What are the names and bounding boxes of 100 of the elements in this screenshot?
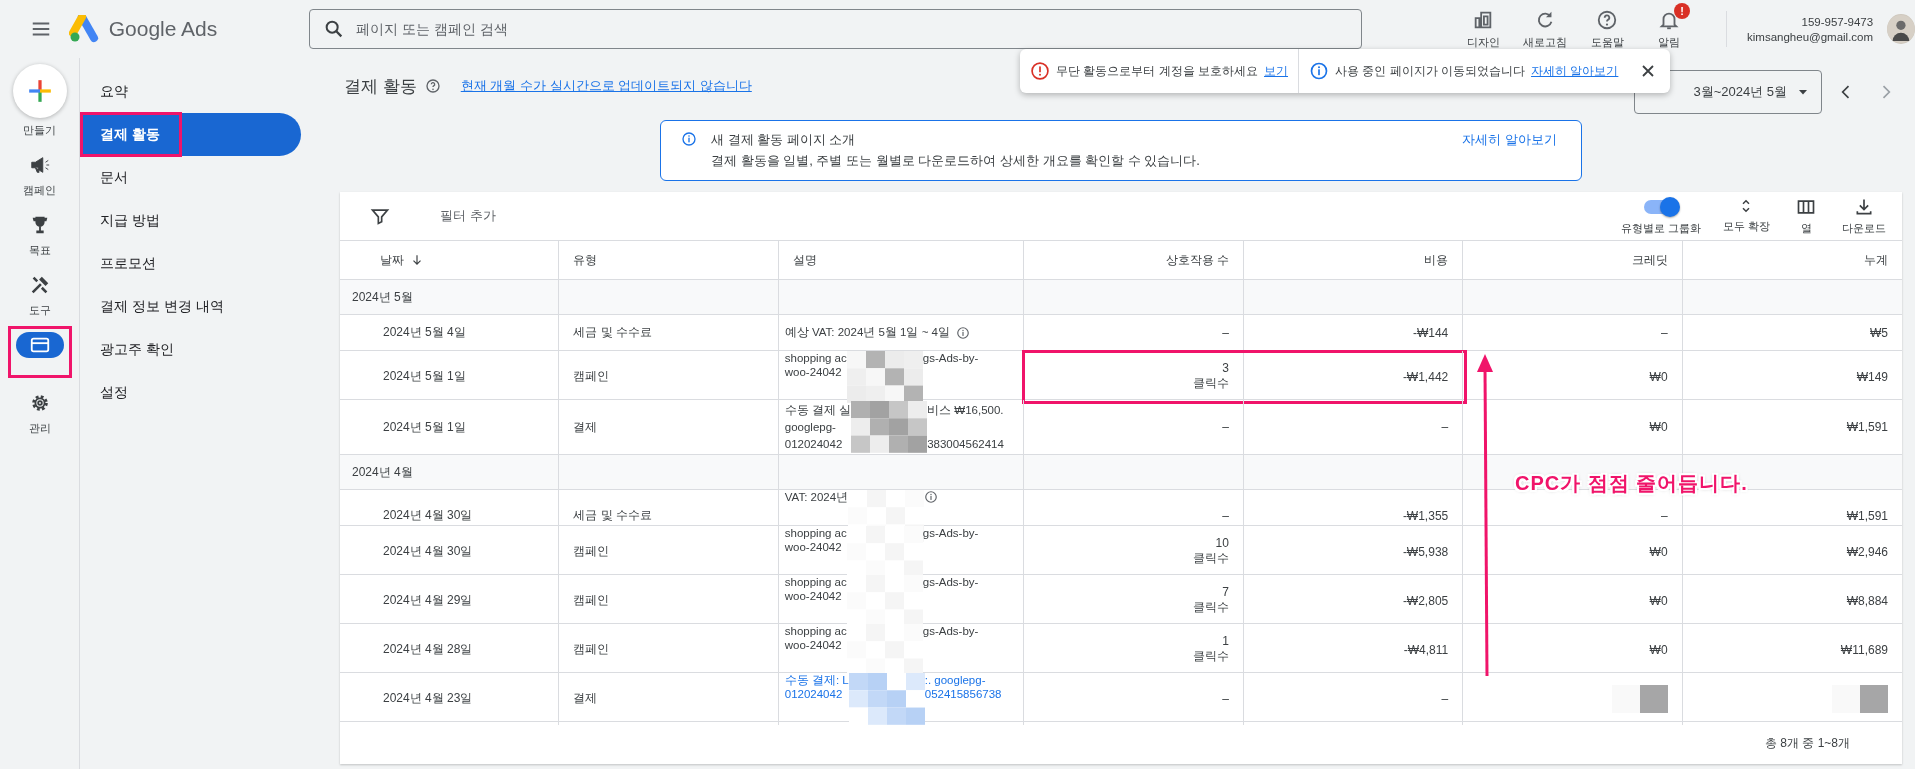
cost-cell: – — [1441, 420, 1449, 434]
plus-icon — [26, 78, 53, 104]
product-name: Google Ads — [108, 17, 218, 41]
nav-item[interactable]: 프로모션 — [80, 242, 301, 285]
description-text: 수동 결제 실 — [784, 402, 852, 417]
total-cell: ₩8,884 — [1846, 593, 1888, 608]
toast-link[interactable]: 자세히 알아보기 — [1531, 62, 1619, 80]
page-title: 결제 활동 — [344, 75, 417, 98]
description-text: gs-Ads-by- — [922, 575, 980, 590]
nav-item[interactable]: 결제 정보 변경 내역 — [80, 285, 301, 328]
description-text: 비스 ₩16,500. — [927, 402, 1005, 417]
date-cell: 2024년 4월 30일 — [383, 543, 473, 561]
column-header[interactable]: 비용 — [1424, 251, 1449, 269]
column-header[interactable]: 날짜 — [380, 251, 404, 269]
avatar[interactable] — [1887, 14, 1915, 44]
description-link[interactable]: :. googlepg- — [924, 673, 1024, 688]
interactions-cell: 10 클릭수 — [1192, 536, 1229, 568]
cost-cell: – — [1441, 691, 1449, 706]
date-cell: 2024년 5월 1일 — [383, 418, 466, 436]
help-icon — [424, 78, 441, 94]
total-cell: ₩149 — [1856, 369, 1888, 384]
group-label: 2024년 5월 — [352, 288, 413, 306]
nav-item[interactable]: 요약 — [80, 70, 301, 113]
pagination-text: 총 8개 중 1~8개 — [1764, 734, 1850, 752]
info-icon — [1309, 61, 1329, 81]
description-text: 012024042 — [784, 437, 844, 452]
credit-cell: – — [1660, 325, 1668, 340]
rail-item[interactable]: 관리 — [15, 390, 64, 436]
cost-cell: -₩4,811 — [1403, 642, 1449, 657]
interactions-cell: – — [1222, 420, 1229, 434]
rail-item[interactable]: 캠페인 — [15, 152, 64, 198]
nav-item[interactable]: 지급 방법 — [80, 199, 301, 242]
nav-item[interactable]: 결제 활동 — [80, 113, 301, 156]
column-header[interactable]: 상호작용 수 — [1165, 251, 1229, 269]
nav-item[interactable]: 설정 — [80, 371, 301, 414]
banner-text: 결제 활동을 일별, 주별 또는 월별로 다운로드하여 상세한 개요를 확인할 수 있습니다. — [711, 152, 1201, 170]
learn-more-link[interactable]: 자세히 알아보기 — [1462, 131, 1557, 170]
description-text: shopping ac — [784, 351, 847, 366]
cost-cell: -₩5,938 — [1402, 544, 1449, 559]
nav-item[interactable]: 문서 — [80, 156, 301, 199]
cost-cell: -₩2,805 — [1402, 593, 1449, 608]
info-icon — [681, 131, 697, 147]
toast-text: 사용 중인 페이지가 이동되었습니다 — [1335, 62, 1526, 80]
table-tool-button[interactable]: 유형별로 그룹화 — [1612, 196, 1709, 236]
rail-item[interactable]: 도구 — [15, 272, 64, 318]
description-text: woo-24042 — [784, 365, 843, 380]
credit-cell: ₩0 — [1649, 369, 1668, 384]
account-email: kimsangheu@gmail.com — [1747, 30, 1874, 43]
account-id: 159-957-9473 — [1801, 15, 1874, 28]
type-cell: 캠페인 — [573, 641, 610, 659]
description-text: gs-Ads-by- — [922, 526, 980, 541]
date-cell: 2024년 5월 1일 — [383, 368, 466, 386]
banner-title: 새 결제 활동 페이지 소개 — [711, 131, 857, 149]
description-text: woo-24042 — [784, 540, 843, 555]
column-header[interactable]: 크레딧 — [1631, 251, 1668, 269]
column-header[interactable]: 누계 — [1864, 251, 1888, 269]
date-cell: 2024년 5월 4일 — [383, 324, 466, 341]
cost-cell: -₩1,355 — [1402, 508, 1449, 523]
interactions-cell: – — [1222, 325, 1229, 340]
total-cell: ₩1,591 — [1846, 420, 1888, 434]
credit-cell: ₩0 — [1649, 544, 1668, 559]
type-cell: 결제 — [573, 690, 598, 708]
date-cell: 2024년 4월 29일 — [383, 592, 473, 610]
description-text: 예상 VAT: 2024년 5월 1일 ~ 4일 — [784, 325, 950, 340]
error-icon — [1030, 61, 1050, 81]
type-cell: 결제 — [573, 418, 598, 436]
description-text: shopping ac — [784, 526, 847, 541]
table-tool-button[interactable]: 열 — [1784, 196, 1828, 236]
credit-cell: ₩0 — [1649, 593, 1668, 608]
toolbar-button[interactable]: 디자인 — [1454, 8, 1513, 50]
toolbar-button[interactable]: 도움말 — [1578, 8, 1637, 50]
interactions-cell: 3 클릭수 — [1192, 361, 1229, 393]
table-tool-button[interactable]: 다운로드 — [1834, 196, 1894, 236]
cost-cell: -₩144 — [1412, 325, 1449, 340]
toast-link[interactable]: 보기 — [1264, 62, 1288, 80]
info-icon — [956, 325, 970, 340]
toast-text: 무단 활동으로부터 계정을 보호하세요 — [1056, 62, 1258, 80]
notice-link[interactable]: 현재 개월 수가 실시간으로 업데이트되지 않습니다 — [460, 77, 752, 95]
description-link[interactable]: 012024042 — [784, 687, 849, 702]
description-link[interactable]: 052415856738 — [924, 687, 1024, 702]
description-link[interactable]: 수동 결제: L — [784, 673, 849, 688]
add-filter-button[interactable]: 필터 추가 — [440, 207, 496, 225]
toolbar-button[interactable]: 새로고침 — [1516, 8, 1575, 50]
rail-item[interactable]: 목표 — [15, 212, 64, 258]
type-cell: 캠페인 — [573, 592, 610, 610]
type-cell: 세금 및 수수료 — [573, 507, 653, 525]
toggle-switch[interactable] — [1643, 199, 1678, 214]
date-cell: 2024년 4월 30일 — [383, 507, 473, 525]
nav-item[interactable]: 광고주 확인 — [80, 328, 301, 371]
logo-icon — [68, 15, 101, 43]
description-text: googlepg- — [784, 419, 837, 435]
search-field[interactable]: 페이지 또는 캠페인 검색 — [309, 9, 1363, 49]
filter-icon — [370, 206, 390, 226]
column-header[interactable]: 설명 — [792, 251, 817, 269]
interactions-cell: – — [1222, 691, 1229, 706]
table-tool-button[interactable]: 모두 확장 — [1714, 196, 1778, 236]
interactions-cell: 7 클릭수 — [1192, 585, 1229, 617]
description-text: shopping ac — [784, 575, 847, 590]
date-cell: 2024년 4월 28일 — [383, 641, 473, 659]
column-header[interactable]: 유형 — [573, 251, 598, 269]
